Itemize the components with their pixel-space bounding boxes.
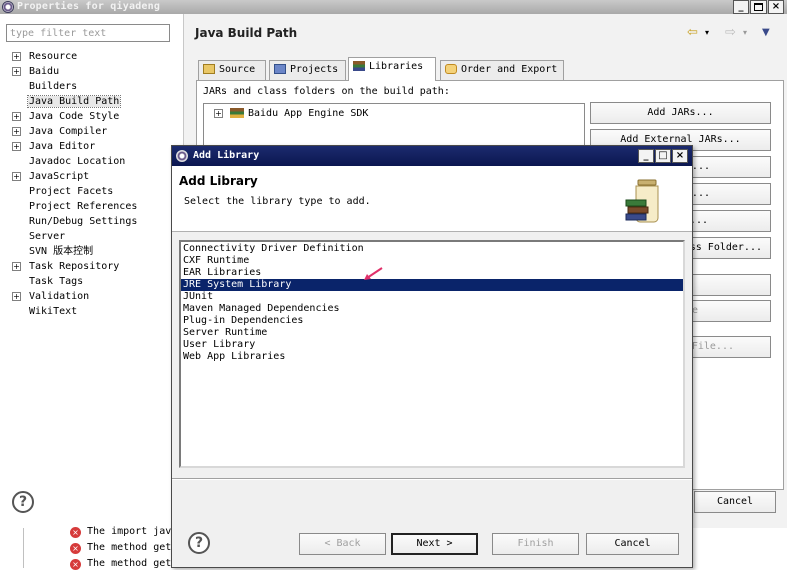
list-item-ear-libraries[interactable]: EAR Libraries [181, 267, 683, 279]
problems-gutter [18, 528, 24, 568]
tab-projects[interactable]: Projects [269, 60, 346, 80]
nav-item-javascript[interactable]: + JavaScript [12, 169, 182, 184]
dialog-header-title: Add Library [179, 174, 258, 188]
list-item-junit[interactable]: JUnit [181, 291, 683, 303]
expand-icon[interactable]: + [12, 67, 21, 76]
list-item-plugin-dependencies[interactable]: Plug-in Dependencies [181, 315, 683, 327]
nav-item-run-debug-settings[interactable]: Run/Debug Settings [12, 214, 182, 229]
source-folder-icon [203, 64, 215, 74]
nav-item-baidu[interactable]: + Baidu [12, 64, 182, 79]
nav-item-java-code-style[interactable]: + Java Code Style [12, 109, 182, 124]
list-item-server-runtime[interactable]: Server Runtime [181, 327, 683, 339]
add-library-dialog: Add Library _ □ × Add Library Select the… [171, 145, 693, 568]
annotation-arrow-icon [364, 267, 383, 280]
nav-item-svn[interactable]: SVN 版本控制 [12, 244, 182, 259]
list-item-jre-system-library[interactable]: JRE System Library [181, 279, 683, 291]
minimize-button[interactable]: _ [733, 0, 749, 14]
dialog-cancel-button[interactable]: Cancel [586, 533, 679, 555]
order-export-icon [445, 64, 457, 74]
list-item-connectivity-driver[interactable]: Connectivity Driver Definition [181, 243, 683, 255]
dialog-minimize-button[interactable]: _ [638, 149, 654, 163]
maximize-button[interactable] [750, 0, 767, 14]
nav-item-validation[interactable]: + Validation [12, 289, 182, 304]
error-icon: × [70, 559, 81, 570]
eclipse-icon [2, 1, 14, 13]
view-menu-icon[interactable]: ▼ [762, 26, 770, 40]
page-title: Java Build Path [195, 26, 298, 40]
expand-icon[interactable]: + [12, 172, 21, 181]
error-icon: × [70, 527, 81, 538]
expand-icon[interactable]: + [214, 109, 223, 118]
problem-row[interactable]: × The import jav [70, 525, 171, 538]
forward-arrow-icon[interactable]: ⇨ [725, 26, 736, 40]
expand-icon[interactable]: + [12, 127, 21, 136]
nav-item-javadoc-location[interactable]: Javadoc Location [12, 154, 182, 169]
help-icon[interactable]: ? [12, 491, 34, 513]
filter-input[interactable] [6, 24, 170, 42]
properties-titlebar[interactable]: Properties for qiyadeng _ × [0, 0, 787, 14]
properties-cancel-button[interactable]: Cancel [694, 491, 776, 513]
nav-item-builders[interactable]: Builders [12, 79, 182, 94]
dialog-title: Add Library [193, 150, 260, 161]
expand-icon[interactable]: + [12, 142, 21, 151]
back-dropdown-icon[interactable]: ▾ [705, 26, 709, 40]
dialog-close-button[interactable]: × [672, 149, 688, 163]
expand-icon[interactable]: + [12, 112, 21, 121]
forward-dropdown-icon[interactable]: ▾ [743, 26, 747, 40]
expand-icon[interactable]: + [12, 262, 21, 271]
list-item-maven-managed[interactable]: Maven Managed Dependencies [181, 303, 683, 315]
dialog-separator [172, 478, 692, 480]
tab-order-export[interactable]: Order and Export [440, 60, 564, 80]
dialog-description: Select the library type to add. [184, 196, 371, 207]
next-button[interactable]: Next > [391, 533, 478, 555]
nav-item-task-tags[interactable]: Task Tags [12, 274, 182, 289]
library-type-list[interactable]: Connectivity Driver Definition CXF Runti… [179, 240, 685, 468]
history-navigation: ⇦ ▾ ⇨ ▾ ▼ [687, 26, 777, 40]
expand-icon[interactable]: + [12, 52, 21, 61]
library-jar-banner-icon [625, 179, 659, 223]
nav-item-java-editor[interactable]: + Java Editor [12, 139, 182, 154]
back-button[interactable]: < Back [299, 533, 386, 555]
back-arrow-icon[interactable]: ⇦ [687, 26, 698, 40]
nav-item-wikitext[interactable]: WikiText [12, 304, 182, 319]
nav-item-resource[interactable]: + Resource [12, 49, 182, 64]
nav-item-server[interactable]: Server [12, 229, 182, 244]
libraries-icon [353, 61, 365, 71]
add-jars-button[interactable]: Add JARs... [590, 102, 771, 124]
projects-folder-icon [274, 64, 286, 74]
close-button[interactable]: × [768, 0, 784, 14]
library-jar-icon [230, 108, 244, 118]
jars-label: JARs and class folders on the build path… [203, 86, 450, 97]
expand-icon[interactable]: + [12, 292, 21, 301]
nav-item-project-references[interactable]: Project References [12, 199, 182, 214]
properties-nav-tree: + Resource + Baidu Builders Java Build Pat… [12, 49, 182, 319]
dialog-header: Add Library Select the library type to a… [172, 166, 692, 232]
build-path-entry[interactable]: + Baidu App Engine SDK [214, 106, 368, 121]
list-item-user-library[interactable]: User Library [181, 339, 683, 351]
problem-row[interactable]: × The method get [70, 541, 171, 554]
error-icon: × [70, 543, 81, 554]
list-item-web-app-libraries[interactable]: Web App Libraries [181, 351, 683, 363]
dialog-titlebar[interactable]: Add Library _ □ × [172, 146, 692, 166]
dialog-help-icon[interactable]: ? [188, 532, 210, 554]
problem-row[interactable]: × The method get [70, 557, 171, 570]
window-title: Properties for qiyadeng [17, 1, 161, 12]
dialog-maximize-button[interactable]: □ [655, 149, 671, 163]
list-item-cxf-runtime[interactable]: CXF Runtime [181, 255, 683, 267]
nav-item-java-compiler[interactable]: + Java Compiler [12, 124, 182, 139]
tab-source[interactable]: Source [198, 60, 266, 80]
nav-item-java-build-path[interactable]: Java Build Path [12, 94, 182, 109]
nav-item-project-facets[interactable]: Project Facets [12, 184, 182, 199]
eclipse-icon [176, 150, 188, 162]
finish-button[interactable]: Finish [492, 533, 579, 555]
tab-libraries[interactable]: Libraries [348, 57, 436, 81]
nav-item-task-repository[interactable]: + Task Repository [12, 259, 182, 274]
